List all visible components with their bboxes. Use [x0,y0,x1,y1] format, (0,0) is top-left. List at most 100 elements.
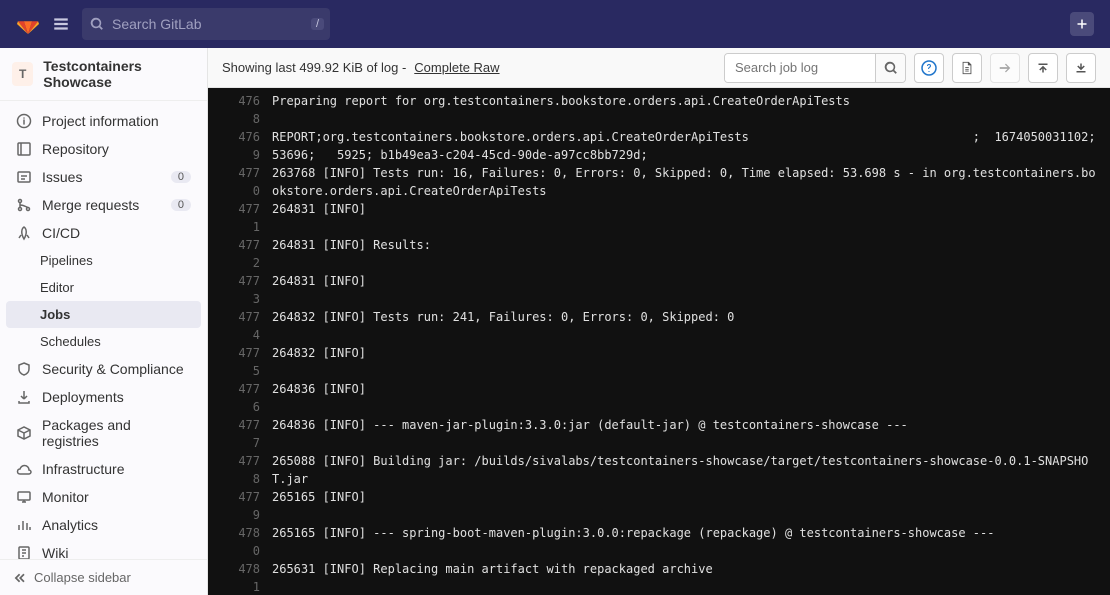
log-text: Preparing report for org.testcontainers.… [272,92,1100,128]
monitor-icon [16,489,32,505]
showing-text: Showing last 499.92 KiB of log - [222,60,406,75]
log-line: 4775264832 [INFO] [208,344,1110,380]
log-text: 265631 [INFO] Replacing main artifact wi… [272,560,1100,595]
sidebar-item-infrastructure[interactable]: Infrastructure [6,455,201,483]
log-text: 264832 [INFO] Tests run: 241, Failures: … [272,308,1100,344]
collapse-chevron-icon [218,452,232,488]
log-line: 4768Preparing report for org.testcontain… [208,92,1110,128]
log-text: 265088 [INFO] Building jar: /builds/siva… [272,452,1100,488]
sidebar-item-project-information[interactable]: Project information [6,107,201,135]
sidebar: T Testcontainers Showcase Project inform… [0,48,208,595]
log-text: 264832 [INFO] [272,344,1100,380]
sidebar-item-merge-requests[interactable]: Merge requests0 [6,191,201,219]
scroll-top-button[interactable] [1028,53,1058,83]
info-icon [16,113,32,129]
sidebar-subitem-jobs[interactable]: Jobs [6,301,201,328]
collapse-chevron-icon [218,488,232,524]
collapse-chevron-icon [218,416,232,452]
collapse-chevron-icon [218,308,232,344]
sidebar-item-analytics[interactable]: Analytics [6,511,201,539]
project-header[interactable]: T Testcontainers Showcase [0,48,207,101]
deploy-icon [16,389,32,405]
line-number[interactable]: 4777 [232,416,272,452]
line-number[interactable]: 4772 [232,236,272,272]
line-number[interactable]: 4778 [232,452,272,488]
log-line: 4780265165 [INFO] --- spring-boot-maven-… [208,524,1110,560]
log-line: 4771264831 [INFO] [208,200,1110,236]
search-icon [884,61,898,75]
sidebar-item-ci-cd[interactable]: CI/CD [6,219,201,247]
chevron-double-left-icon [12,571,26,585]
line-number[interactable]: 4780 [232,524,272,560]
line-number[interactable]: 4768 [232,92,272,128]
sidebar-item-wiki[interactable]: Wiki [6,539,201,559]
cancel-icon [998,61,1012,75]
top-navigation: / [0,0,1110,48]
line-number[interactable]: 4771 [232,200,272,236]
main-content: Showing last 499.92 KiB of log - Complet… [208,48,1110,595]
sidebar-subitem-schedules[interactable]: Schedules [6,328,201,355]
line-number[interactable]: 4773 [232,272,272,308]
line-number[interactable]: 4775 [232,344,272,380]
search-shortcut-badge: / [311,18,324,30]
log-text: 264831 [INFO] [272,272,1100,308]
sidebar-subitem-pipelines[interactable]: Pipelines [6,247,201,274]
line-number[interactable]: 4781 [232,560,272,595]
collapse-chevron-icon [218,236,232,272]
sidebar-item-repository[interactable]: Repository [6,135,201,163]
job-search-input[interactable] [725,54,875,82]
infra-icon [16,461,32,477]
document-icon [960,61,974,75]
log-text: 264836 [INFO] --- maven-jar-plugin:3.3.0… [272,416,1100,452]
project-avatar: T [12,62,33,86]
raw-log-button[interactable] [952,53,982,83]
collapse-chevron-icon [218,524,232,560]
line-number[interactable]: 4779 [232,488,272,524]
sidebar-item-deployments[interactable]: Deployments [6,383,201,411]
count-badge: 0 [171,199,191,211]
hamburger-menu-icon[interactable] [52,15,70,33]
log-line: 4779265165 [INFO] [208,488,1110,524]
line-number[interactable]: 4769 [232,128,272,164]
log-line: 4781265631 [INFO] Replacing main artifac… [208,560,1110,595]
merge-icon [16,197,32,213]
collapse-chevron-icon [218,164,232,200]
log-line: 4776264836 [INFO] [208,380,1110,416]
log-line: 4777264836 [INFO] --- maven-jar-plugin:3… [208,416,1110,452]
job-search-button[interactable] [875,54,905,82]
sidebar-item-monitor[interactable]: Monitor [6,483,201,511]
gitlab-logo[interactable] [16,12,40,36]
sidebar-item-issues[interactable]: Issues0 [6,163,201,191]
log-text: 265165 [INFO] [272,488,1100,524]
log-line: 4770263768 [INFO] Tests run: 16, Failure… [208,164,1110,200]
repo-icon [16,141,32,157]
search-input[interactable] [82,8,330,40]
help-button[interactable] [914,53,944,83]
log-line: 4769REPORT;org.testcontainers.bookstore.… [208,128,1110,164]
line-number[interactable]: 4770 [232,164,272,200]
collapse-chevron-icon [218,92,232,128]
log-text: REPORT;org.testcontainers.bookstore.orde… [272,128,1100,164]
cancel-button[interactable] [990,53,1020,83]
collapse-chevron-icon [218,128,232,164]
sidebar-item-packages-and-registries[interactable]: Packages and registries [6,411,201,455]
job-log-search [724,53,906,83]
global-search: / [82,8,330,40]
line-number[interactable]: 4776 [232,380,272,416]
scroll-bottom-button[interactable] [1066,53,1096,83]
search-icon [90,17,104,31]
sidebar-nav: Project informationRepositoryIssues0Merg… [0,101,207,559]
line-number[interactable]: 4774 [232,308,272,344]
log-line: 4774264832 [INFO] Tests run: 241, Failur… [208,308,1110,344]
create-new-button[interactable] [1070,12,1094,36]
complete-raw-link[interactable]: Complete Raw [414,60,499,75]
collapse-sidebar-button[interactable]: Collapse sidebar [0,559,207,595]
sidebar-subitem-editor[interactable]: Editor [6,274,201,301]
wiki-icon [16,545,32,559]
shield-icon [16,361,32,377]
sidebar-item-security-compliance[interactable]: Security & Compliance [6,355,201,383]
log-text: 264836 [INFO] [272,380,1100,416]
log-text: 265165 [INFO] --- spring-boot-maven-plug… [272,524,1100,560]
job-log[interactable]: 4768Preparing report for org.testcontain… [208,88,1110,595]
log-line: 4773264831 [INFO] [208,272,1110,308]
